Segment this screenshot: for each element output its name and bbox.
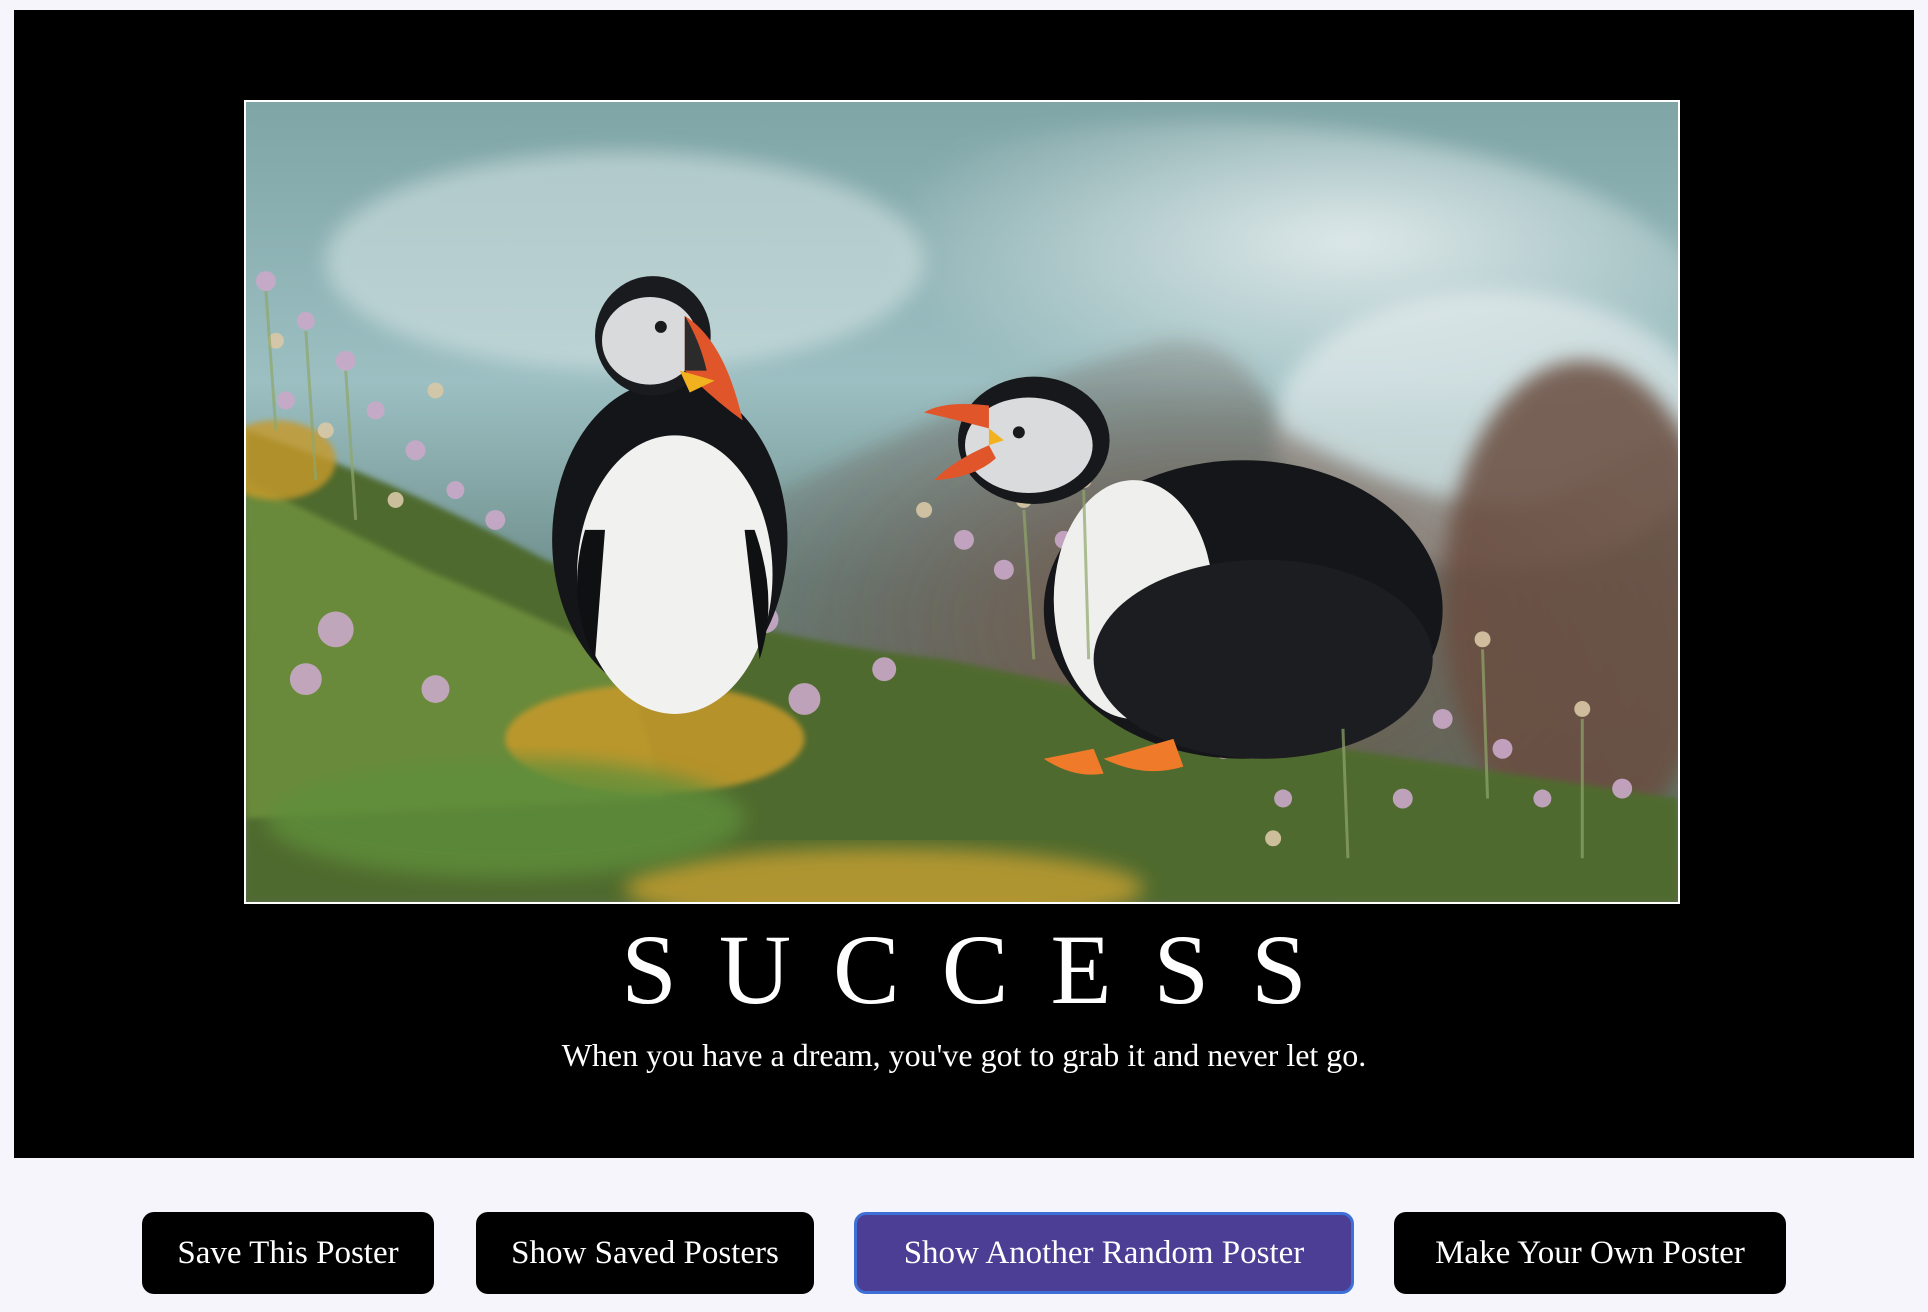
save-poster-button[interactable]: Save This Poster [142, 1212, 434, 1294]
poster-quote: When you have a dream, you've got to gra… [561, 1037, 1367, 1073]
show-random-poster-button[interactable]: Show Another Random Poster [854, 1212, 1354, 1294]
button-row: Save This Poster Show Saved Posters Show… [0, 1212, 1928, 1294]
poster-image [244, 100, 1680, 904]
show-saved-posters-button[interactable]: Show Saved Posters [476, 1212, 814, 1294]
poster-title: SUCCESS [621, 914, 1349, 1025]
poster: SUCCESS When you have a dream, you've go… [14, 10, 1914, 1158]
puffins-photo [246, 102, 1678, 902]
make-own-poster-button[interactable]: Make Your Own Poster [1394, 1212, 1786, 1294]
